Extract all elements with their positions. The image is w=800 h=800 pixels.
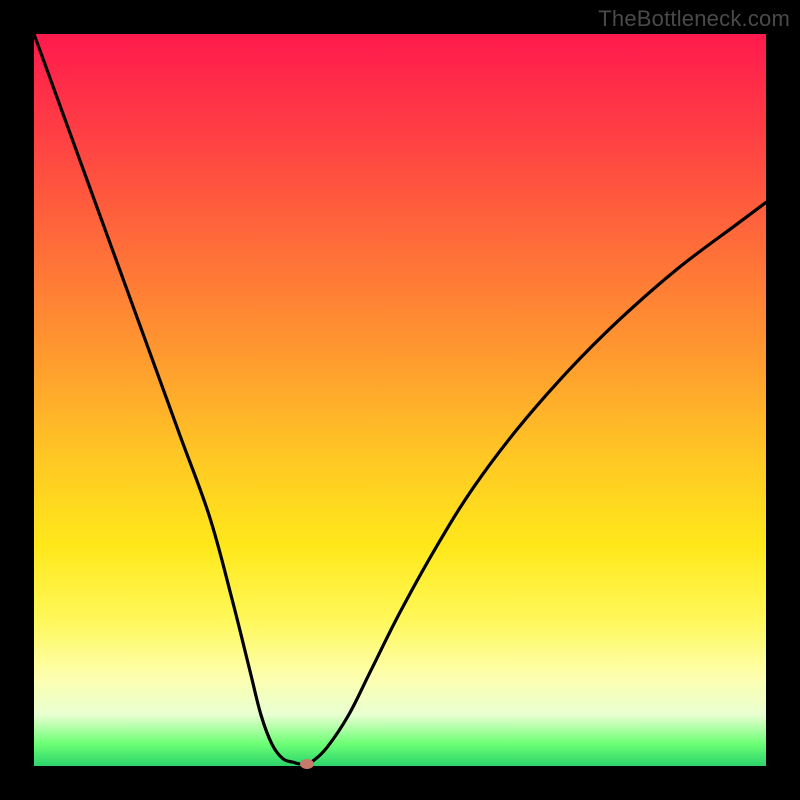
curve-svg [34,34,766,766]
watermark-text: TheBottleneck.com [598,6,790,32]
chart-frame: TheBottleneck.com [0,0,800,800]
plot-area [34,34,766,766]
bottleneck-curve [34,34,766,764]
min-point-marker [300,759,314,769]
